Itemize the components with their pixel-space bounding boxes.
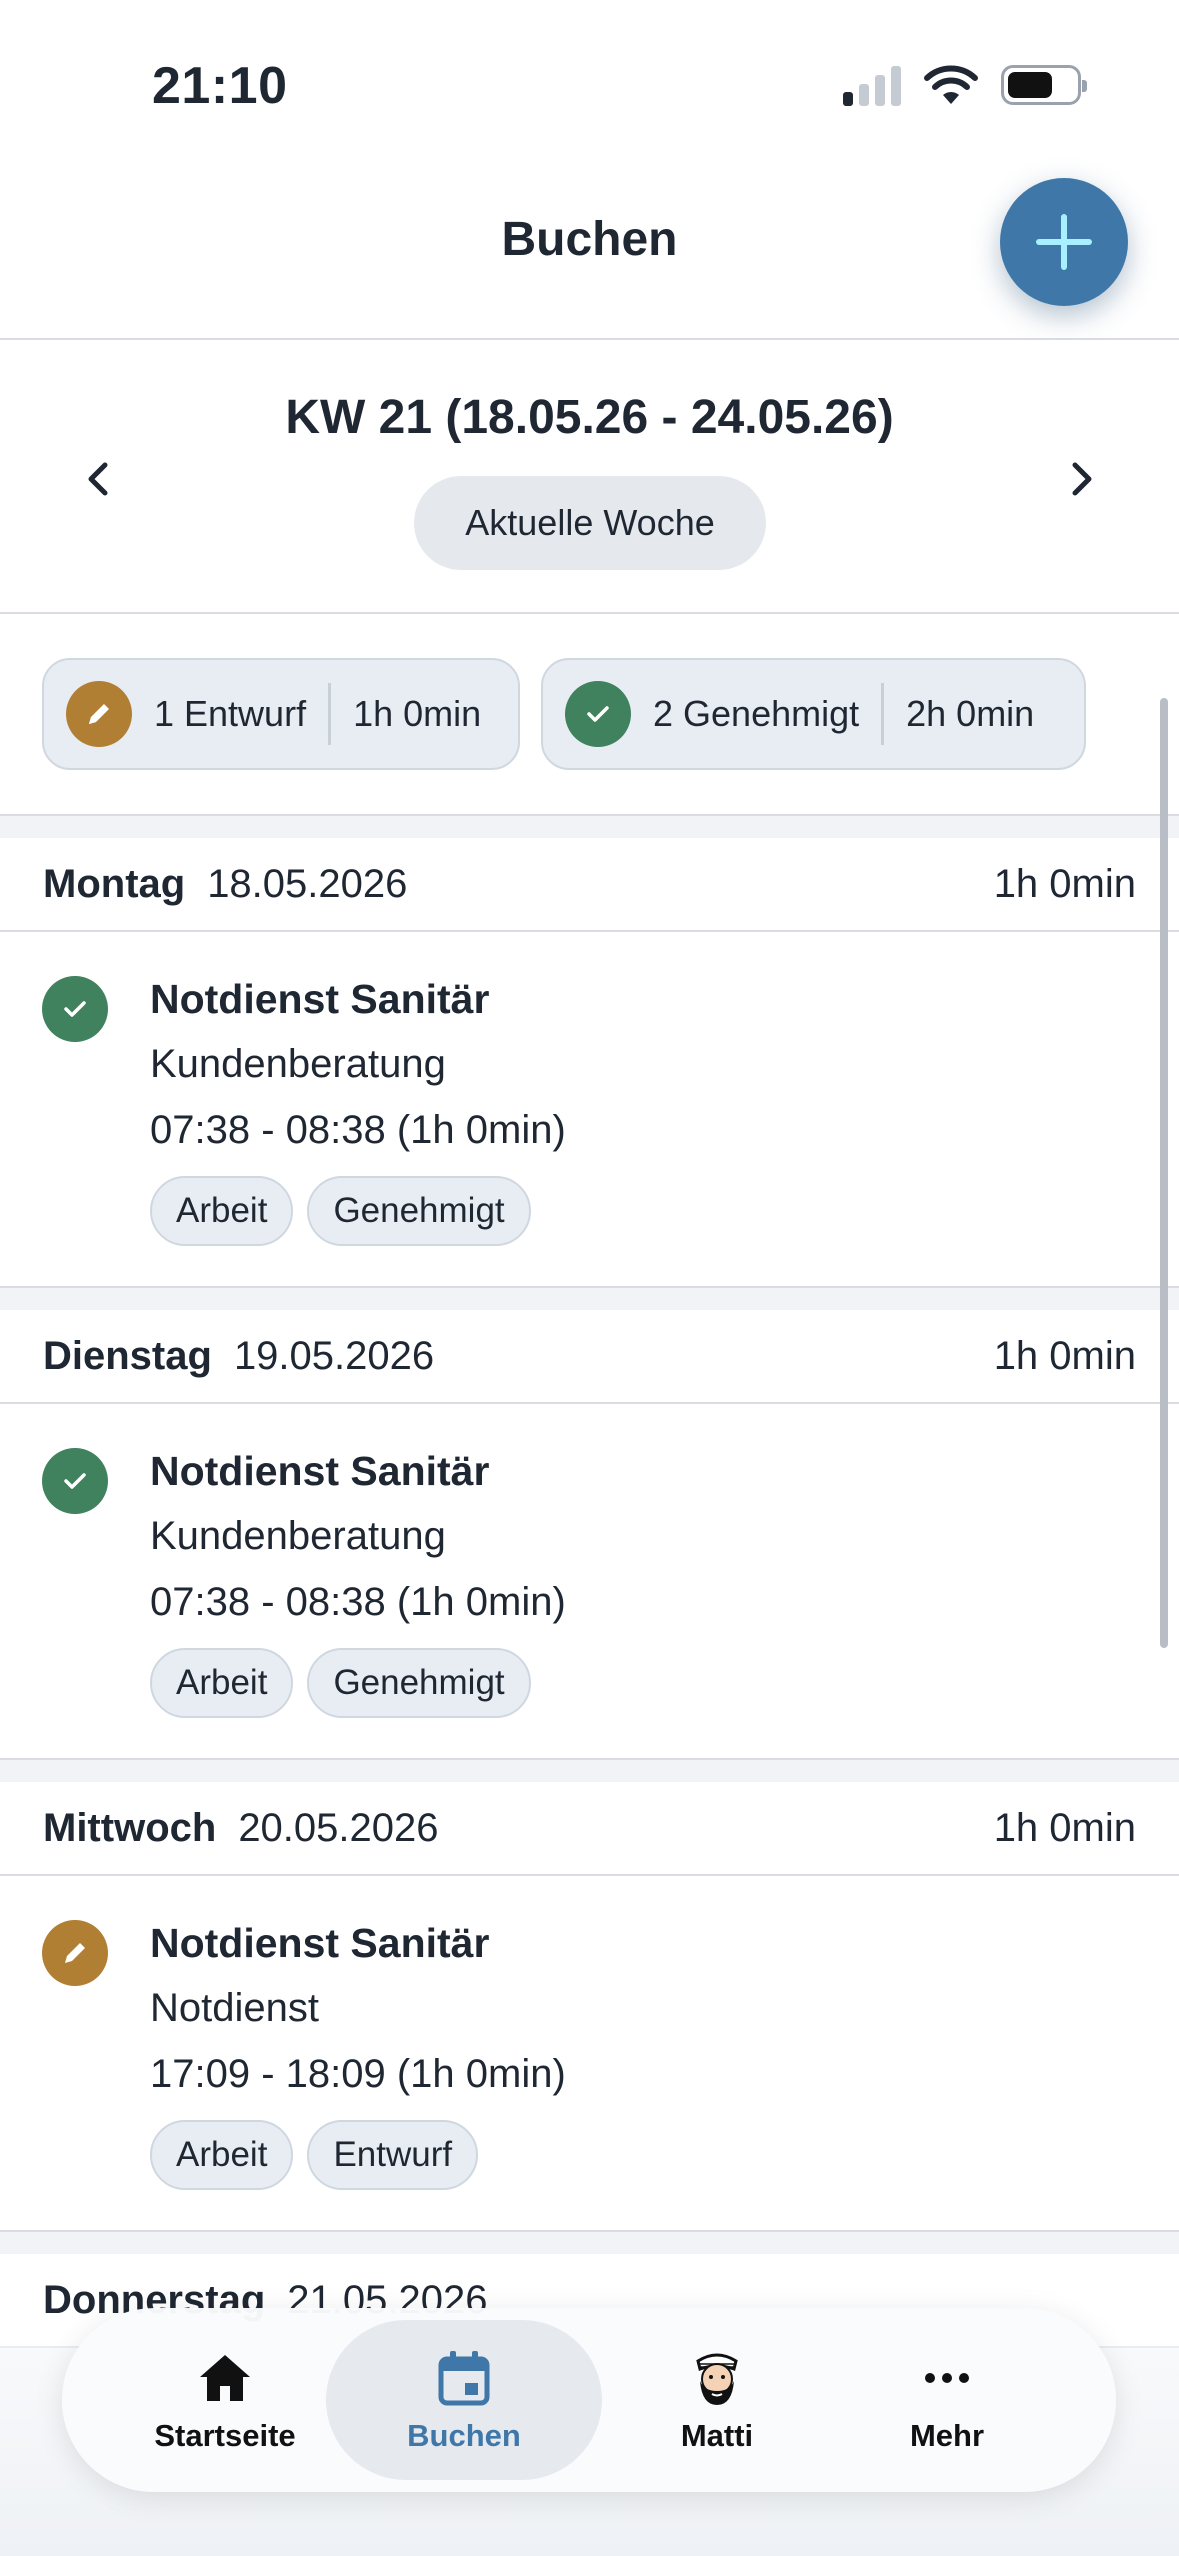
chip-divider [881,683,885,745]
booking-entry[interactable]: Notdienst Sanitär Kundenberatung 07:38 -… [0,1404,1179,1760]
draft-summary-chip[interactable]: 1 Entwurf 1h 0min [42,658,520,770]
status-bar: 21:10 [0,0,1179,150]
day-name: Dienstag [43,1333,212,1378]
tab-label: Mehr [909,2418,985,2453]
pencil-icon [66,681,132,747]
more-icon [915,2346,979,2410]
approved-check-icon [42,1448,108,1514]
entry-title: Notdienst Sanitär [150,1448,490,1494]
tab-matti[interactable]: Matti [622,2320,812,2480]
day-separator [0,816,1179,838]
entry-activity: Kundenberatung [150,1514,446,1558]
approved-check-icon [42,976,108,1042]
bottom-tab-bar: Startseite Buchen Matti Mehr [62,2308,1116,2492]
booking-entry[interactable]: Notdienst Sanitär Notdienst 17:09 - 18:0… [0,1876,1179,2232]
entry-tags: Arbeit Genehmigt [150,1648,531,1718]
booking-entry[interactable]: Notdienst Sanitär Kundenberatung 07:38 -… [0,932,1179,1288]
tag-status: Genehmigt [307,1648,531,1718]
tab-buchen[interactable]: Buchen [326,2320,602,2480]
approved-duration: 2h 0min [906,693,1035,734]
status-time: 21:10 [152,57,288,115]
entry-tags: Arbeit Entwurf [150,2120,479,2190]
entry-time: 07:38 - 08:38 (1h 0min) [150,1108,566,1152]
avatar-icon [685,2346,749,2410]
entry-time: 07:38 - 08:38 (1h 0min) [150,1580,566,1624]
week-navigation: KW 21 (18.05.26 - 24.05.26) Aktuelle Woc… [0,340,1179,614]
entry-title: Notdienst Sanitär [150,1920,490,1966]
day-separator [0,1288,1179,1310]
chip-divider [328,683,332,745]
tag-type: Arbeit [150,2120,294,2190]
wifi-icon [924,65,978,104]
draft-duration: 1h 0min [353,693,482,734]
tab-label: Matti [680,2418,754,2453]
tab-label: Startseite [154,2418,296,2453]
current-week-button[interactable]: Aktuelle Woche [414,476,766,570]
day-name: Mittwoch [43,1805,217,1850]
day-total: 1h 0min [993,1805,1136,1850]
draft-count: 1 Entwurf [154,693,307,734]
day-total: 1h 0min [993,861,1136,906]
home-icon [193,2346,257,2410]
tag-status: Entwurf [307,2120,479,2190]
day-date: 18.05.2026 [207,861,408,906]
week-title: KW 21 (18.05.26 - 24.05.26) [285,391,894,444]
status-icons [843,64,1087,106]
day-header: Montag 18.05.2026 1h 0min [0,838,1179,932]
plus-icon [1036,214,1092,270]
chevron-left-icon [88,462,108,496]
previous-week-button[interactable] [64,444,134,514]
check-icon [565,681,631,747]
day-header: Dienstag 19.05.2026 1h 0min [0,1310,1179,1404]
page-header: Buchen [0,150,1179,340]
day-list: Montag 18.05.2026 1h 0min Notdienst Sani… [0,816,1179,2348]
tab-mehr[interactable]: Mehr [852,2320,1042,2480]
battery-icon [1001,65,1087,105]
day-name: Montag [43,861,186,906]
chevron-right-icon [1072,462,1092,496]
tab-startseite[interactable]: Startseite [120,2320,330,2480]
day-separator [0,2232,1179,2254]
tag-type: Arbeit [150,1176,294,1246]
approved-summary-chip[interactable]: 2 Genehmigt 2h 0min [541,658,1086,770]
day-date: 19.05.2026 [233,1333,435,1378]
day-header: Mittwoch 20.05.2026 1h 0min [0,1782,1179,1876]
entry-activity: Notdienst [150,1986,319,2030]
add-booking-button[interactable] [1000,178,1128,306]
tag-status: Genehmigt [307,1176,531,1246]
app-screen: 21:10 Buchen KW 21 (18.05.26 - 24.05.26) [0,0,1179,2556]
entry-time: 17:09 - 18:09 (1h 0min) [150,2052,566,2096]
entry-tags: Arbeit Genehmigt [150,1176,531,1246]
entry-activity: Kundenberatung [150,1042,446,1086]
entry-title: Notdienst Sanitär [150,976,490,1022]
scrollbar[interactable] [1160,698,1168,1648]
next-week-button[interactable] [1046,444,1116,514]
week-summary: 1 Entwurf 1h 0min 2 Genehmigt 2h 0min [0,614,1179,816]
tag-type: Arbeit [150,1648,294,1718]
day-total: 1h 0min [993,1333,1136,1378]
calendar-icon [432,2346,496,2410]
tab-label: Buchen [407,2418,521,2453]
day-separator [0,1760,1179,1782]
approved-count: 2 Genehmigt [653,693,860,734]
day-date: 20.05.2026 [238,1805,439,1850]
draft-pencil-icon [42,1920,108,1986]
signal-icon [843,64,901,106]
